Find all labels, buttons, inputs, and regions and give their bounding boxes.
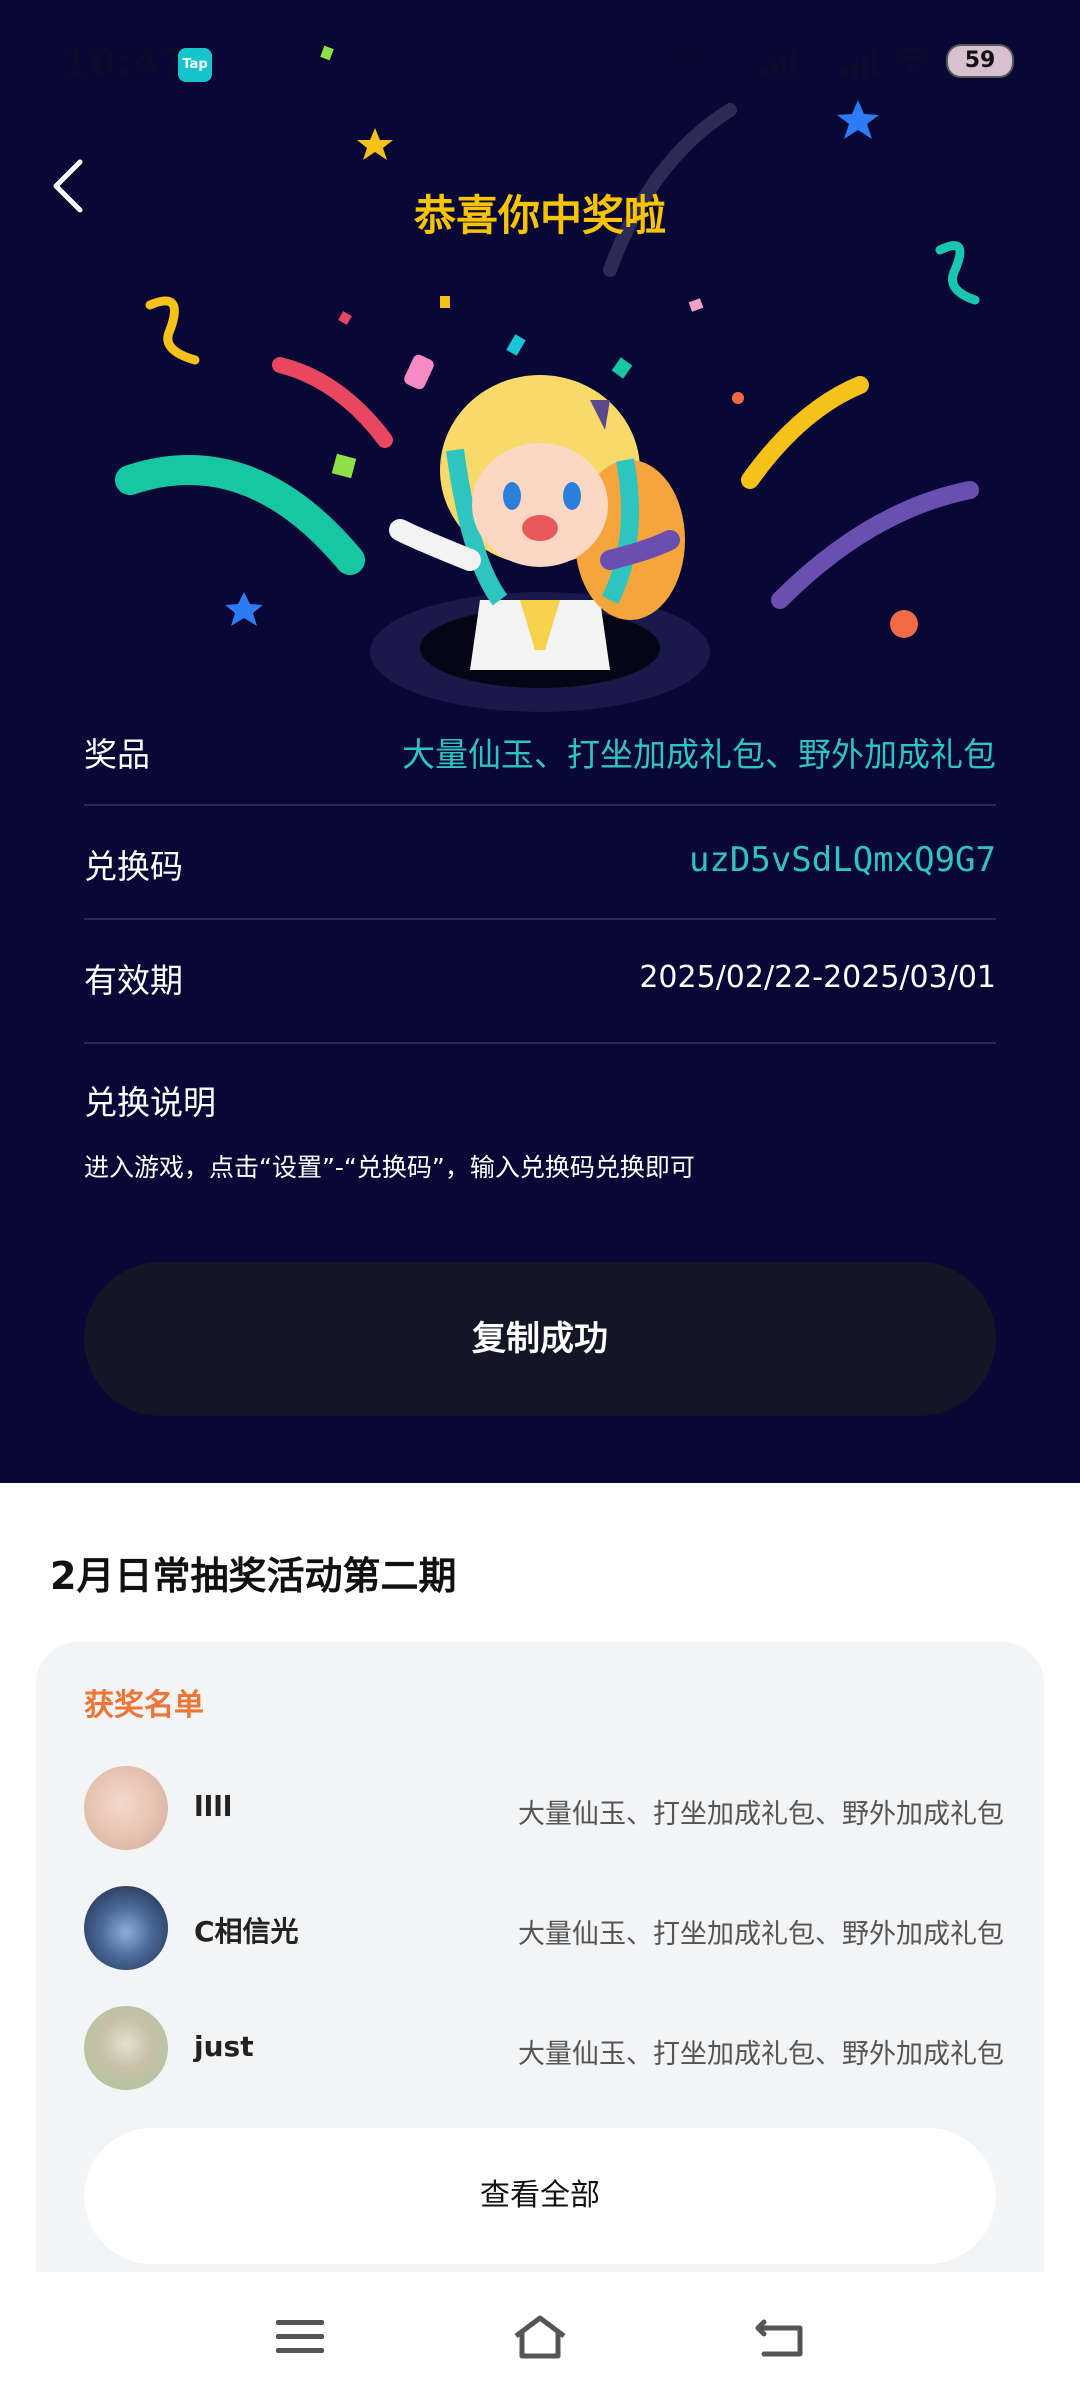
view-all-button[interactable]: 查看全部 — [84, 2128, 996, 2264]
winner-prize: 大量仙玉、打坐加成礼包、野外加成礼包 — [518, 1919, 1004, 1950]
activity-title: 2月日常抽奖活动第二期 — [50, 1554, 457, 1598]
prize-header-panel: 10:47 Tap 2.37 KB/s 5G 4G 59 恭喜你中奖啦 奖品 大… — [0, 0, 1080, 1483]
validity-value: 2025/02/22-2025/03/01 — [639, 960, 996, 995]
signal-icon — [761, 45, 798, 77]
status-time: 10:47 — [62, 40, 188, 84]
back-arrow-icon[interactable] — [750, 2312, 810, 2362]
home-icon[interactable] — [510, 2312, 570, 2362]
winner-prize: 大量仙玉、打坐加成礼包、野外加成礼包 — [518, 2039, 1004, 2070]
code-value[interactable]: uzD5vSdLQmxQ9G7 — [689, 840, 996, 880]
menu-icon[interactable] — [270, 2312, 330, 2362]
instructions-text: 进入游戏，点击“设置”-“兑换码”，输入兑换码兑换即可 — [84, 1153, 695, 1182]
system-nav-bar — [0, 2272, 1080, 2400]
winner-name: llll — [194, 1790, 233, 1823]
winner-row[interactable]: just 大量仙玉、打坐加成礼包、野外加成礼包 — [84, 2006, 1004, 2092]
wifi-icon — [892, 47, 932, 74]
avatar — [84, 1886, 168, 1970]
network-type-2: 4G — [811, 54, 828, 68]
app-badge-icon: Tap — [178, 48, 212, 82]
prize-value: 大量仙玉、打坐加成礼包、野外加成礼包 — [402, 735, 996, 774]
prize-row: 奖品 大量仙玉、打坐加成礼包、野外加成礼包 — [84, 728, 996, 778]
battery-icon: 59 — [946, 44, 1014, 78]
avatar — [84, 1766, 168, 1850]
code-label: 兑换码 — [84, 847, 183, 886]
winner-prize: 大量仙玉、打坐加成礼包、野外加成礼包 — [518, 1799, 1004, 1830]
copy-button[interactable]: 复制成功 — [84, 1262, 996, 1416]
validity-label: 有效期 — [84, 961, 183, 1000]
divider — [84, 804, 996, 806]
code-row: 兑换码 uzD5vSdLQmxQ9G7 — [84, 840, 996, 890]
winner-row[interactable]: llll 大量仙玉、打坐加成礼包、野外加成礼包 — [84, 1766, 1004, 1852]
avatar — [84, 2006, 168, 2090]
divider — [84, 918, 996, 920]
page-title: 恭喜你中奖啦 — [413, 191, 666, 240]
net-speed: 2.37 KB/s — [659, 54, 717, 68]
winners-title: 获奖名单 — [84, 1688, 204, 1723]
winner-name: just — [194, 2030, 254, 2063]
network-type-1: 5G — [730, 54, 748, 68]
winner-row[interactable]: C相信光 大量仙玉、打坐加成礼包、野外加成礼包 — [84, 1886, 1004, 1972]
divider — [84, 1042, 996, 1044]
instructions-label: 兑换说明 — [84, 1083, 216, 1122]
status-bar: 10:47 Tap 2.37 KB/s 5G 4G 59 — [0, 0, 1080, 130]
signal-icon-2 — [842, 45, 878, 77]
prize-label: 奖品 — [84, 735, 150, 774]
validity-row: 有效期 2025/02/22-2025/03/01 — [84, 954, 996, 1004]
status-icons: 2.37 KB/s 5G 4G 59 — [659, 44, 1014, 78]
instructions-row: 兑换说明 — [84, 1076, 996, 1126]
winner-name: C相信光 — [194, 1915, 299, 1948]
